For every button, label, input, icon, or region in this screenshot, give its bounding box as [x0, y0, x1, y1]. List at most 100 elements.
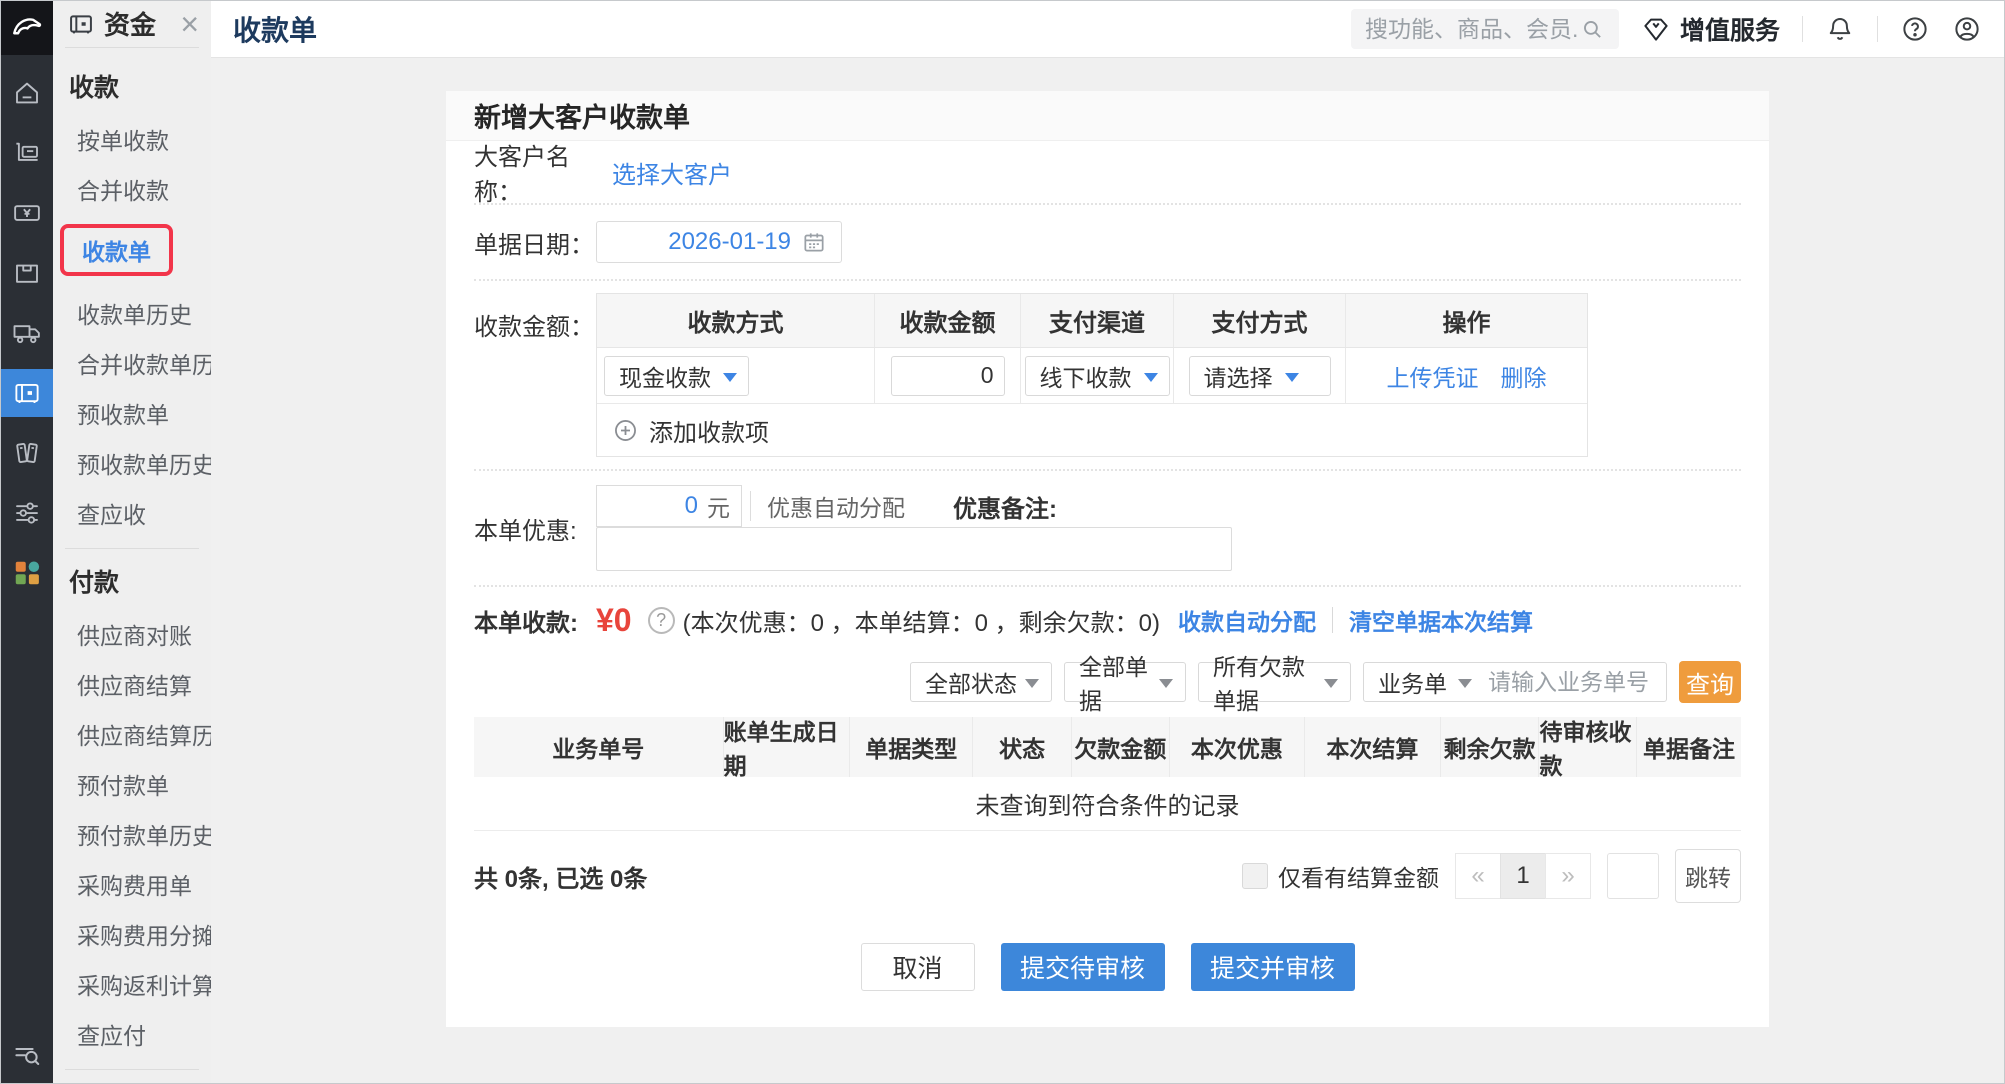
help-circle-icon[interactable]: ? [648, 607, 675, 634]
col-doc-remark: 单据备注 [1637, 717, 1741, 777]
nav-section-receipts: 收款 [53, 54, 211, 114]
delete-row-link[interactable]: 删除 [1501, 359, 1547, 393]
brand-animal-icon [9, 10, 45, 46]
method-cell: 现金收款 [597, 348, 875, 403]
rail-orders-icon[interactable] [1, 123, 53, 183]
add-payment-item-button[interactable]: 添加收款项 [597, 404, 1587, 456]
payment-table-row: 现金收款 线下收款 [597, 348, 1587, 404]
col-this-settlement: 本次结算 [1305, 717, 1441, 777]
submit-audit-button[interactable]: 提交并审核 [1191, 943, 1355, 991]
select-customer-link[interactable]: 选择大客户 [612, 155, 732, 190]
upload-voucher-link[interactable]: 上传凭证 [1387, 359, 1479, 393]
col-header-payway: 支付方式 [1174, 294, 1346, 347]
col-bizno: 业务单号 [474, 717, 724, 777]
sidebar-item-caigou-feiyong-fentan[interactable]: 采购费用分摊 [53, 909, 211, 959]
query-button[interactable]: 查询 [1679, 661, 1741, 703]
brand-logo[interactable] [1, 1, 53, 55]
sidebar-item-yushoukuandan-lishi[interactable]: 预收款单历史 [53, 438, 211, 488]
row-count-summary: 共 0条, 已选 0条 [474, 859, 647, 894]
sidebar-item-shoukuandan[interactable]: 收款单 [53, 214, 211, 288]
rail-menu-search-icon[interactable] [1, 1039, 53, 1069]
discount-remark-input[interactable] [596, 527, 1232, 571]
new-receipt-form-card: 新增大客户收款单 大客户名称： 选择大客户 单据日期： 2026-01-19 [446, 91, 1769, 1027]
next-page-button[interactable]: » [1545, 853, 1591, 899]
sidebar-item-hebing-shoukuandan-lishi[interactable]: 合并收款单历史 [53, 338, 211, 388]
receipt-summary: (本次优惠：0 ，本单结算：0 ，剩余欠款：0) [683, 603, 1160, 638]
topbar-separator [1802, 16, 1803, 42]
sidebar-item-yushoukuandan[interactable]: 预收款单 [53, 388, 211, 438]
auto-allocate-link[interactable]: 收款自动分配 [1178, 603, 1316, 637]
divider [750, 491, 751, 521]
rail-settings-icon[interactable] [1, 483, 53, 543]
bizno-search-combo: 业务单 [1363, 662, 1667, 702]
rail-cash-icon[interactable] [1, 183, 53, 243]
date-picker[interactable]: 2026-01-19 [596, 221, 842, 263]
submit-pending-button[interactable]: 提交待审核 [1001, 943, 1165, 991]
page-jump-input[interactable] [1607, 853, 1659, 899]
rail-goods-icon[interactable] [1, 243, 53, 303]
workspace: 新增大客户收款单 大客户名称： 选择大客户 单据日期： 2026-01-19 [211, 58, 2004, 1083]
rail-funds-icon[interactable] [1, 369, 53, 417]
sidebar-item-anjdan-shoukuan[interactable]: 按单收款 [53, 114, 211, 164]
col-header-method: 收款方式 [597, 294, 875, 347]
sidebar-item-yufukuandan[interactable]: 预付款单 [53, 759, 211, 809]
channel-select[interactable]: 线下收款 [1025, 356, 1170, 396]
discount-amount-input[interactable]: 0 元 [596, 485, 742, 527]
doc-filter-select[interactable]: 全部单据 [1064, 662, 1186, 702]
channel-cell: 线下收款 [1021, 348, 1174, 403]
value-added-services-button[interactable]: 增值服务 [1641, 11, 1780, 47]
payment-items-table: 收款方式 收款金额 支付渠道 支付方式 操作 现金收款 [596, 293, 1588, 457]
rail-delivery-icon[interactable] [1, 303, 53, 363]
sidebar-header: 资金 × [53, 1, 211, 47]
help-icon[interactable] [1900, 14, 1930, 44]
bizno-type-select[interactable]: 业务单 [1364, 665, 1480, 699]
sidebar-item-cha-yingshou[interactable]: 查应收 [53, 488, 211, 538]
settled-only-checkbox[interactable] [1242, 863, 1268, 889]
sidebar-item-gongyingshang-jiesuan-lishi[interactable]: 供应商结算历史 [53, 709, 211, 759]
sidebar-item-shoukuandan-lishi[interactable]: 收款单历史 [53, 288, 211, 338]
amount-input[interactable] [891, 356, 1005, 396]
rail-home-icon[interactable] [1, 63, 53, 123]
user-avatar-icon[interactable] [1952, 14, 1982, 44]
sidebar-item-yufukuandan-lishi[interactable]: 预付款单历史 [53, 809, 211, 859]
chevron-down-icon [1458, 679, 1472, 688]
bizno-input[interactable] [1480, 669, 1666, 696]
nav-section-payments: 付款 [53, 549, 211, 609]
col-remaining-debt: 剩余欠款 [1441, 717, 1540, 777]
sidebar-item-cha-yingfu[interactable]: 查应付 [53, 1009, 211, 1059]
col-header-operation: 操作 [1346, 294, 1587, 347]
form-title: 新增大客户收款单 [446, 91, 1769, 141]
col-bill-date: 账单生成日期 [724, 717, 851, 777]
module-sidebar: 资金 × 收款 按单收款 合并收款 收款单 收款单历史 合并收款单历史 预收款单… [53, 1, 211, 1083]
close-icon[interactable]: × [180, 8, 199, 40]
sidebar-item-caigou-feiyongdan[interactable]: 采购费用单 [53, 859, 211, 909]
discount-fields: 0 元 优惠自动分配 优惠备注: [596, 485, 1232, 571]
sidebar-item-hebing-shoukuan[interactable]: 合并收款 [53, 164, 211, 214]
operation-cell: 上传凭证 删除 [1346, 348, 1587, 403]
status-filter-select[interactable]: 全部状态 [910, 662, 1052, 702]
sidebar-item-gongyingshang-jiesuan[interactable]: 供应商结算 [53, 659, 211, 709]
app-window: 资金 × 收款 按单收款 合并收款 收款单 收款单历史 合并收款单历史 预收款单… [0, 0, 2005, 1084]
payway-select[interactable]: 请选择 [1189, 356, 1331, 396]
sidebar-item-gongyingshang-duizhang[interactable]: 供应商对账 [53, 609, 211, 659]
global-search-box[interactable] [1351, 9, 1619, 49]
amount-cell [875, 348, 1021, 403]
prev-page-button[interactable]: « [1455, 853, 1501, 899]
page-jump-button[interactable]: 跳转 [1675, 849, 1741, 903]
method-select[interactable]: 现金收款 [604, 356, 749, 396]
col-pending-receipt: 待审核收款 [1539, 717, 1637, 777]
clear-settlement-link[interactable]: 清空单据本次结算 [1349, 603, 1533, 637]
global-search-input[interactable] [1365, 16, 1579, 43]
rail-apps-icon[interactable] [1, 543, 53, 603]
sidebar-item-caigou-fanli-jisuan[interactable]: 采购返利计算 [53, 959, 211, 1009]
notifications-bell-icon[interactable] [1825, 14, 1855, 44]
active-item-highlight: 收款单 [60, 224, 173, 276]
receipt-label: 本单收款: [474, 603, 596, 638]
debt-filter-select[interactable]: 所有欠款单据 [1198, 662, 1351, 702]
search-icon[interactable] [1579, 16, 1605, 42]
col-status: 状态 [973, 717, 1072, 777]
chevron-down-icon [1025, 679, 1039, 688]
chevron-down-icon [1144, 373, 1158, 382]
cancel-button[interactable]: 取消 [861, 943, 975, 991]
rail-reports-icon[interactable] [1, 423, 53, 483]
